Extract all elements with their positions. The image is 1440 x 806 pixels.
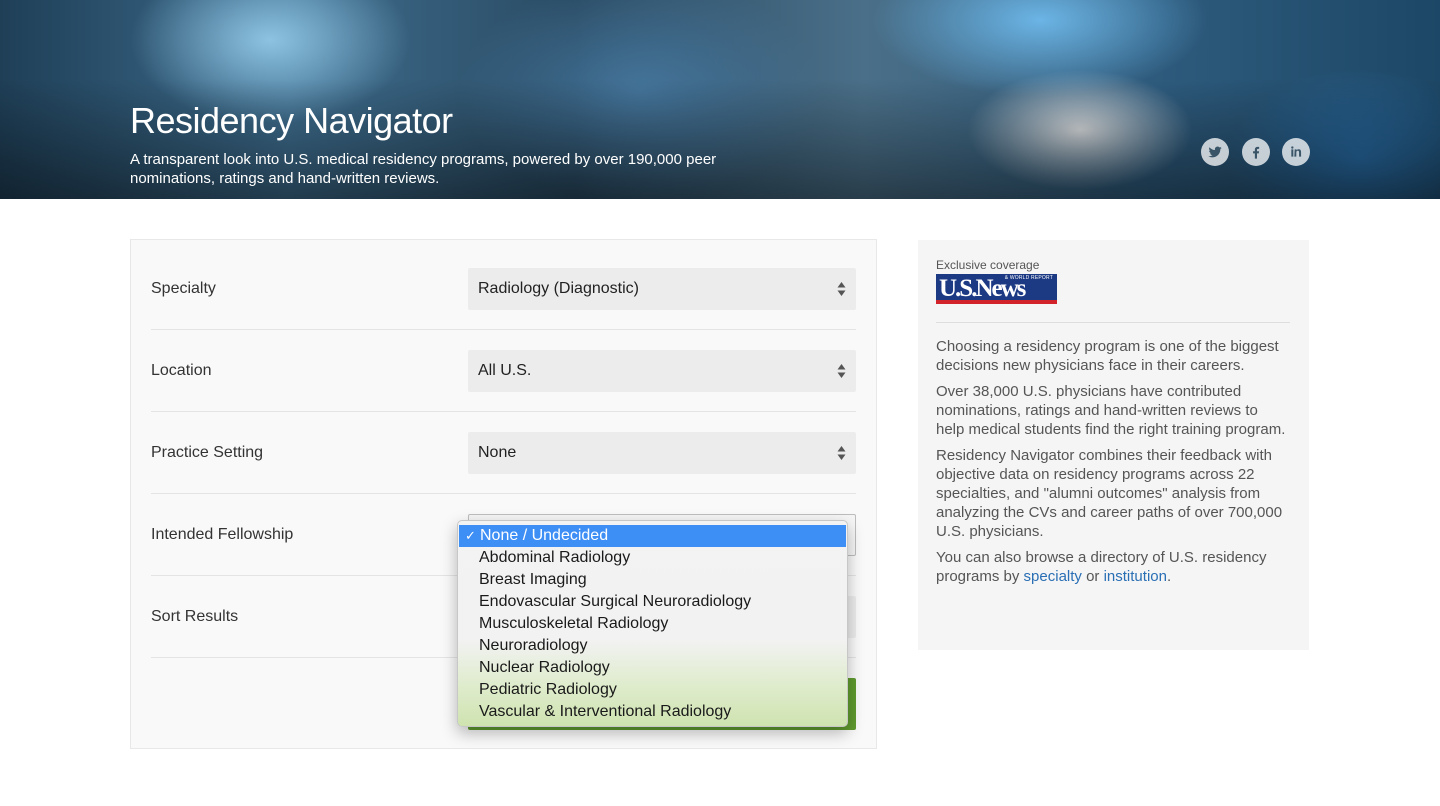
hero-banner: Residency Navigator A transparent look i… [0, 0, 1440, 199]
dropdown-option-label: Nuclear Radiology [479, 659, 610, 676]
institution-link[interactable]: institution [1104, 568, 1167, 585]
dropdown-option[interactable]: Pediatric Radiology [458, 679, 847, 701]
page-title: Residency Navigator [130, 100, 453, 141]
twitter-bird-glyph [1208, 146, 1222, 158]
specialty-value: Radiology (Diagnostic) [478, 280, 639, 297]
location-value: All U.S. [478, 362, 532, 379]
info-sidebar: Exclusive coverage U.S.News & WORLD REPO… [918, 240, 1309, 650]
dropdown-option[interactable]: Endovascular Surgical Neuroradiology [458, 591, 847, 613]
sidebar-paragraph-2: Over 38,000 U.S. physicians have contrib… [936, 383, 1286, 438]
exclusive-coverage-label: Exclusive coverage [936, 258, 1040, 272]
specialty-row: Specialty Radiology (Diagnostic) [151, 248, 856, 330]
dropdown-option-label: Musculoskeletal Radiology [479, 615, 669, 632]
select-arrows-icon [837, 364, 846, 378]
sidebar-paragraph-4: You can also browse a directory of U.S. … [936, 548, 1290, 586]
usnews-logo: U.S.News & WORLD REPORT [936, 274, 1057, 304]
sort-results-label: Sort Results [151, 607, 239, 625]
dropdown-option-label: Endovascular Surgical Neuroradiology [479, 593, 752, 610]
facebook-f-glyph [1253, 146, 1260, 159]
location-select[interactable]: All U.S. [468, 350, 856, 392]
select-arrows-icon [837, 282, 846, 296]
practice-setting-label: Practice Setting [151, 443, 264, 461]
sidebar-paragraph-1: Choosing a residency program is one of t… [936, 338, 1279, 374]
sidebar-paragraph-3: Residency Navigator combines their feedb… [936, 447, 1283, 540]
location-label: Location [151, 361, 212, 379]
linkedin-in-glyph [1291, 146, 1302, 157]
sidebar-divider [936, 322, 1290, 323]
dropdown-option[interactable]: Abdominal Radiology [458, 547, 847, 569]
practice-setting-value: None [478, 444, 517, 461]
dropdown-option-label: Vascular & Interventional Radiology [479, 703, 732, 720]
dropdown-option-label: Abdominal Radiology [479, 549, 631, 566]
usnews-logo-subtext: & WORLD REPORT [1004, 275, 1053, 281]
practice-setting-select[interactable]: None [468, 432, 856, 474]
dropdown-option-label: Pediatric Radiology [479, 681, 617, 698]
dropdown-option[interactable]: Breast Imaging [458, 569, 847, 591]
period-text: . [1166, 568, 1172, 585]
dropdown-option[interactable]: Neuroradiology [458, 635, 847, 657]
dropdown-option[interactable]: ✓ None / Undecided [459, 525, 846, 547]
hero-subtitle: A transparent look into U.S. medical res… [130, 151, 717, 187]
or-text: or [1081, 568, 1104, 585]
select-arrows-icon [837, 446, 846, 460]
twitter-icon[interactable] [1201, 138, 1229, 166]
specialty-select[interactable]: Radiology (Diagnostic) [468, 268, 856, 310]
dropdown-option[interactable]: Musculoskeletal Radiology [458, 613, 847, 635]
practice-setting-row: Practice Setting None [151, 412, 856, 494]
location-row: Location All U.S. [151, 330, 856, 412]
dropdown-option-label: Neuroradiology [479, 637, 588, 654]
specialty-link[interactable]: specialty [1024, 568, 1082, 585]
dropdown-option-label: Breast Imaging [479, 571, 587, 588]
dropdown-option-label: None / Undecided [480, 527, 609, 544]
facebook-icon[interactable] [1242, 138, 1270, 166]
specialty-label: Specialty [151, 279, 216, 297]
dropdown-option[interactable]: Nuclear Radiology [458, 657, 847, 679]
intended-fellowship-label: Intended Fellowship [151, 525, 294, 543]
dropdown-option[interactable]: Vascular & Interventional Radiology [458, 701, 847, 723]
linkedin-icon[interactable] [1282, 138, 1310, 166]
checkmark-icon: ✓ [465, 528, 476, 543]
fellowship-dropdown-menu[interactable]: ✓ None / Undecided Abdominal Radiology Brea… [457, 520, 848, 727]
